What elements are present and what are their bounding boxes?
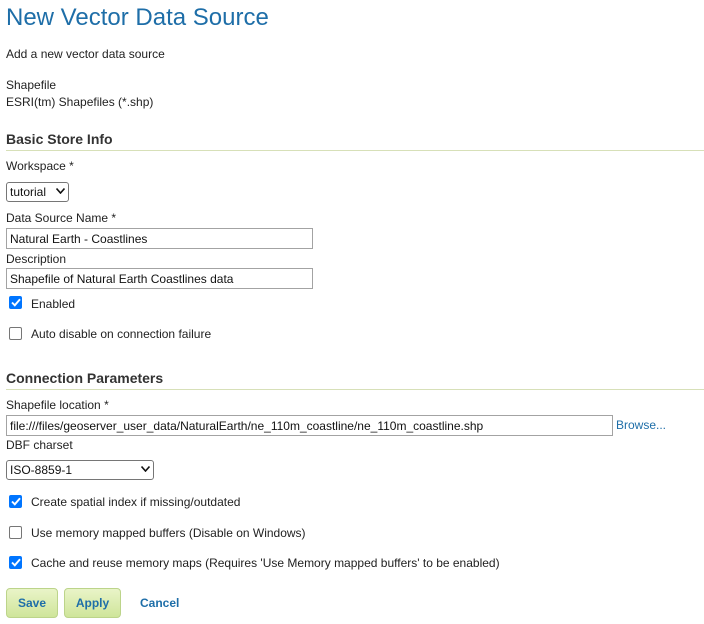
chevron-down-icon	[140, 465, 151, 475]
cancel-link[interactable]: Cancel	[140, 596, 179, 610]
apply-button[interactable]: Apply	[64, 588, 121, 618]
auto-disable-label: Auto disable on connection failure	[31, 327, 212, 341]
auto-disable-checkbox[interactable]	[9, 327, 22, 340]
spatial-index-label: Create spatial index if missing/outdated	[31, 495, 241, 509]
dbf-charset-label: DBF charset	[6, 438, 73, 452]
data-source-name-label: Data Source Name *	[6, 211, 117, 225]
store-type-name: Shapefile	[6, 78, 57, 92]
section-heading-connection-parameters: Connection Parameters	[6, 370, 164, 386]
page-description: Add a new vector data source	[6, 47, 165, 61]
shapefile-location-label: Shapefile location *	[6, 398, 109, 412]
browse-link[interactable]: Browse...	[616, 418, 666, 432]
dbf-charset-select[interactable]: ISO-8859-1	[6, 460, 154, 480]
memory-mapped-checkbox[interactable]	[9, 526, 22, 539]
chevron-down-icon	[55, 187, 66, 197]
workspace-select-value: tutorial	[10, 185, 47, 199]
page-title: New Vector Data Source	[6, 4, 269, 31]
checkmark-icon	[10, 558, 21, 567]
spatial-index-checkbox[interactable]	[9, 495, 22, 508]
section-divider	[6, 150, 704, 151]
memory-mapped-label: Use memory mapped buffers (Disable on Wi…	[31, 526, 306, 540]
section-divider	[6, 389, 704, 390]
enabled-label: Enabled	[31, 297, 76, 311]
store-type-description: ESRI(tm) Shapefiles (*.shp)	[6, 95, 154, 109]
description-input[interactable]	[6, 268, 313, 289]
workspace-label: Workspace *	[6, 159, 74, 173]
workspace-select[interactable]: tutorial	[6, 182, 69, 202]
description-label: Description	[6, 252, 67, 266]
cache-memory-maps-label: Cache and reuse memory maps (Requires 'U…	[31, 556, 500, 570]
cache-memory-maps-checkbox[interactable]	[9, 556, 22, 569]
dbf-charset-select-value: ISO-8859-1	[10, 463, 73, 477]
save-button[interactable]: Save	[6, 588, 58, 618]
checkmark-icon	[10, 298, 21, 307]
enabled-checkbox[interactable]	[9, 296, 22, 309]
data-source-name-input[interactable]	[6, 228, 313, 249]
section-heading-basic-store-info: Basic Store Info	[6, 131, 113, 147]
shapefile-location-input[interactable]	[6, 415, 613, 436]
checkmark-icon	[10, 497, 21, 506]
